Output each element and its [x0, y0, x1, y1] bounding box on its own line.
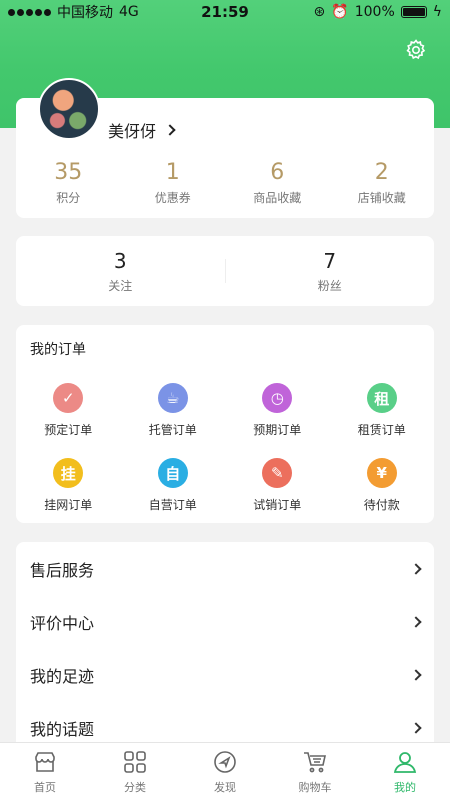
- tab-category[interactable]: 分类: [90, 743, 180, 800]
- order-pending-payment[interactable]: ¥ 待付款: [330, 458, 435, 513]
- tab-label: 我的: [394, 780, 416, 794]
- username: 美伢伢: [108, 122, 157, 141]
- settings-gear-icon[interactable]: [404, 38, 428, 62]
- stat-label: 商品收藏: [253, 191, 302, 205]
- stat-store-favorites[interactable]: 2 店铺收藏: [330, 160, 435, 206]
- stat-value: 1: [165, 160, 180, 185]
- tab-cart[interactable]: 购物车: [270, 743, 360, 800]
- profile-stats: 35 积分 1 优惠券 6 商品收藏 2 店铺收藏: [16, 160, 434, 206]
- orders-grid: ✓ 预定订单 ☕ 托管订单 ◷ 预期订单 租 租赁订单 挂 挂网订单 自 自营订…: [16, 383, 434, 513]
- status-bar: 中国移动 4G 21:59 ⊛ ⏰ 100% ϟ: [0, 0, 450, 24]
- chevron-right-icon: [164, 124, 176, 136]
- following-count[interactable]: 3 关注: [16, 249, 225, 294]
- fans-count[interactable]: 7 粉丝: [226, 249, 435, 294]
- tab-discover[interactable]: 发现: [180, 743, 270, 800]
- store-icon: [35, 751, 55, 772]
- order-label: 预期订单: [253, 423, 302, 437]
- my-orders-card: 我的订单 ✓ 预定订单 ☕ 托管订单 ◷ 预期订单 租 租赁订单 挂 挂网订单 …: [16, 325, 434, 523]
- menu-after-sales[interactable]: 售后服务: [16, 542, 434, 595]
- menu-label: 我的足迹: [30, 666, 95, 686]
- menu-label: 评价中心: [30, 613, 95, 633]
- tab-label: 发现: [214, 780, 236, 794]
- order-label: 试销订单: [253, 498, 302, 512]
- order-expected[interactable]: ◷ 预期订单: [225, 383, 330, 438]
- listing-icon: 挂: [53, 458, 84, 488]
- orders-title: 我的订单: [30, 342, 86, 358]
- following-label: 关注: [108, 278, 133, 293]
- menu-label: 售后服务: [30, 560, 95, 580]
- self-run-icon: 自: [157, 458, 188, 488]
- tab-mine[interactable]: 我的: [360, 743, 450, 800]
- chevron-right-icon: [410, 721, 422, 734]
- tab-label: 购物车: [298, 780, 332, 794]
- stat-value: 6: [270, 160, 285, 185]
- custody-icon: ☕: [157, 383, 188, 413]
- order-reserve[interactable]: ✓ 预定订单: [16, 383, 121, 438]
- order-listing[interactable]: 挂 挂网订单: [16, 458, 121, 513]
- order-rent[interactable]: 租 租赁订单: [330, 383, 435, 438]
- avatar[interactable]: [38, 78, 100, 140]
- following-value: 3: [113, 248, 127, 273]
- order-label: 租赁订单: [357, 423, 406, 437]
- fans-value: 7: [323, 248, 337, 273]
- user-icon: [393, 751, 417, 773]
- status-time: 21:59: [201, 3, 249, 21]
- cart-icon: [304, 751, 326, 772]
- menu-list: 售后服务 评价中心 我的足迹 我的话题: [16, 542, 434, 752]
- menu-label: 我的话题: [30, 719, 95, 739]
- chevron-right-icon: [410, 562, 422, 575]
- reserve-icon: ✓: [53, 383, 84, 413]
- stat-value: 35: [54, 160, 83, 185]
- battery-icon: [400, 6, 427, 18]
- stat-label: 店铺收藏: [357, 191, 406, 205]
- order-custody[interactable]: ☕ 托管订单: [121, 383, 226, 438]
- stat-points[interactable]: 35 积分: [16, 160, 121, 206]
- chevron-right-icon: [410, 615, 422, 628]
- menu-footprints[interactable]: 我的足迹: [16, 648, 434, 701]
- tab-label: 首页: [34, 780, 56, 794]
- clock-icon: ◷: [262, 383, 293, 413]
- stat-label: 积分: [56, 191, 81, 205]
- profile-card: 美伢伢 35 积分 1 优惠券 6 商品收藏 2 店铺收藏: [16, 78, 434, 218]
- pending-payment-icon: ¥: [366, 458, 397, 488]
- stat-value: 2: [374, 160, 389, 185]
- grid-icon: [124, 750, 146, 773]
- menu-review-center[interactable]: 评价中心: [16, 595, 434, 648]
- chevron-right-icon: [410, 668, 422, 681]
- order-label: 预定订单: [44, 423, 93, 437]
- stat-product-favorites[interactable]: 6 商品收藏: [225, 160, 330, 206]
- order-label: 待付款: [363, 498, 400, 512]
- rent-icon: 租: [366, 383, 397, 413]
- compass-icon: [214, 750, 236, 773]
- profile-link[interactable]: 美伢伢: [108, 118, 176, 142]
- order-self-run[interactable]: 自 自营订单: [121, 458, 226, 513]
- order-label: 自营订单: [148, 498, 197, 512]
- fans-label: 粉丝: [317, 278, 342, 293]
- stat-coupons[interactable]: 1 优惠券: [121, 160, 226, 206]
- stat-label: 优惠券: [154, 191, 191, 205]
- bottom-tab-bar: 首页 分类 发现 购物车 我的: [0, 742, 450, 800]
- order-label: 托管订单: [148, 423, 197, 437]
- tab-home[interactable]: 首页: [0, 743, 90, 800]
- tab-label: 分类: [124, 780, 146, 794]
- trial-sale-icon: ✎: [262, 458, 293, 488]
- order-trial-sale[interactable]: ✎ 试销订单: [225, 458, 330, 513]
- order-label: 挂网订单: [44, 498, 93, 512]
- social-card: 3 关注 7 粉丝: [16, 236, 434, 306]
